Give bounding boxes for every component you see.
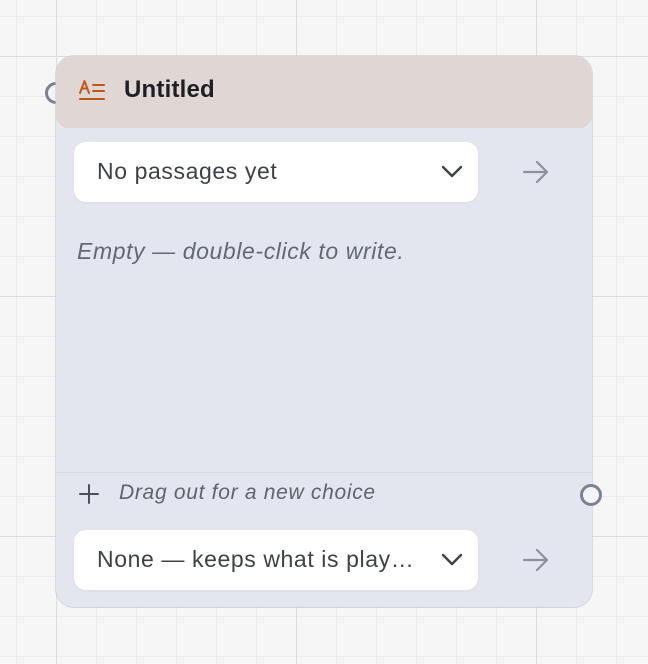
passage-node[interactable]: Untitled No passages yet Empty — double-… [56, 56, 592, 607]
chevron-down-icon [441, 165, 463, 178]
go-to-audio-arrow-icon[interactable] [520, 544, 552, 576]
go-to-passage-arrow-icon[interactable] [520, 156, 552, 188]
node-header[interactable]: Untitled [56, 56, 592, 128]
choices-divider [56, 472, 592, 473]
audio-select[interactable]: None — keeps what is play… [74, 530, 478, 590]
passage-body-placeholder[interactable]: Empty — double-click to write. [77, 238, 404, 265]
output-port[interactable] [580, 484, 602, 506]
node-title[interactable]: Untitled [124, 76, 215, 104]
chevron-down-icon [441, 553, 463, 566]
passage-text-icon [79, 80, 105, 100]
new-choice-hint: Drag out for a new choice [119, 481, 376, 504]
audio-select-value: None — keeps what is play… [97, 546, 415, 572]
passage-select-value: No passages yet [97, 158, 278, 184]
plus-icon[interactable] [78, 483, 100, 505]
passage-select[interactable]: No passages yet [74, 142, 478, 202]
